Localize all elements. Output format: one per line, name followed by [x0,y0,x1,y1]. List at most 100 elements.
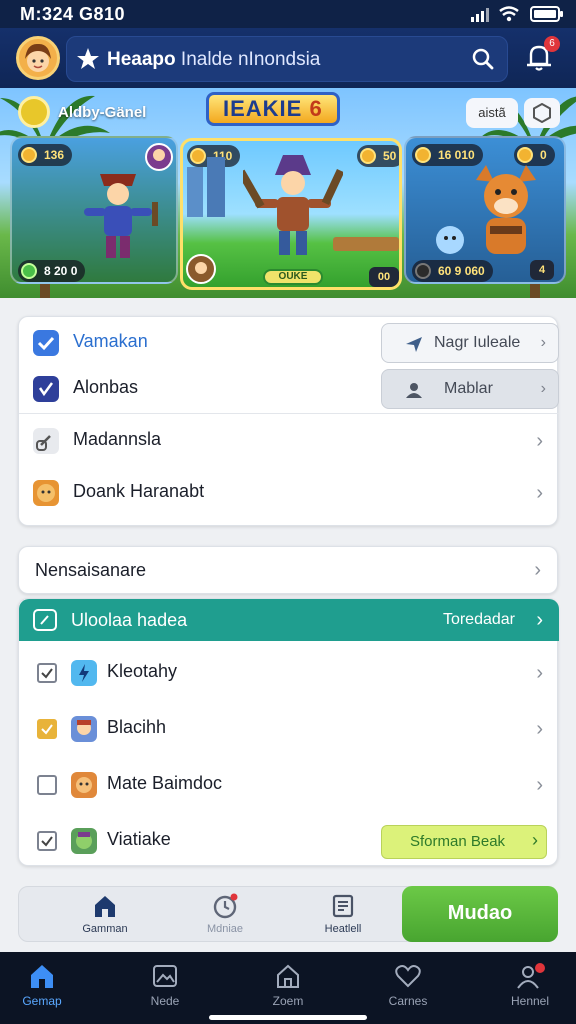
coin-counter: 136 [18,144,73,166]
hero-banner[interactable]: Aldby-Gänel IEAKIE 6 aistã 136 8 20 0 11… [0,88,576,298]
chevron-right-icon: › [534,559,541,581]
left-card-stat: 8 20 0 [18,260,86,282]
image-icon [153,965,177,987]
game-card-featured[interactable]: 110 OUKE 00 50 [180,138,402,290]
link-icon [33,428,59,454]
chevron-right-icon: › [536,609,543,631]
mablar-button[interactable]: Mablar › [381,369,559,409]
teal-header[interactable]: Uloolaa hadea Toredadar › [19,599,559,641]
chevron-right-icon: › [540,380,546,397]
tab-hennel[interactable]: Hennel [480,962,576,1014]
chevron-right-icon: › [536,430,543,452]
level-indicator: Aldby-Gänel [18,96,156,130]
mudao-button[interactable]: Mudao [402,886,558,942]
notification-badge: 6 [544,36,560,52]
character-icon [71,716,97,742]
nagr-iuleale-button[interactable]: Nagr Iuleale › [381,323,559,363]
tab-carnes[interactable]: Carnes [358,962,458,1014]
game-card-right[interactable]: 16 010 0 60 9 060 4 [404,136,566,284]
checklist-item-viatiake[interactable]: Viatiake Sforman Beak › [19,815,559,867]
list-item-madannsla[interactable]: Madannsla › [19,415,559,467]
right-card-badge: 4 [530,260,554,280]
chevron-right-icon: › [536,662,543,684]
hero-character [84,174,158,258]
avatar[interactable] [16,36,60,80]
list-item-label: Viatiake [107,829,171,849]
action-gamman[interactable]: Gamman [65,893,145,937]
section-title: Nensaisanare [35,560,147,580]
chevron-right-icon: › [532,830,538,850]
checkbox[interactable] [37,663,57,683]
action-mdniae[interactable]: Mdniae [185,893,265,937]
check-icon [33,330,59,356]
sforman-beak-button[interactable]: Sforman Beak › [381,825,547,859]
wifi-icon [499,6,519,22]
star-icon [77,48,99,69]
monkey-icon [71,772,97,798]
send-icon [406,337,422,352]
checkbox[interactable] [37,775,57,795]
character-portrait-icon [186,254,216,284]
banner-top-button[interactable]: aistã [466,98,518,128]
home-icon [31,965,53,988]
check-icon-dark [33,376,59,402]
section-header-panel[interactable]: Nensaisanare › [18,546,558,594]
list-item-label: Alonbas [73,377,139,397]
status-time: M:324 G810 [20,4,126,24]
tab-zoem[interactable]: Zoem [238,962,338,1014]
blue-creature [436,226,464,254]
divider [19,413,559,414]
heart-icon [395,965,421,988]
hero-character [243,155,343,255]
featured-play-button[interactable]: OUKE [263,269,323,285]
status-bar: M:324 G810 [0,0,576,28]
lion-icon [33,480,59,506]
banner-settings-button[interactable] [524,98,560,128]
home-indicator [209,1015,367,1020]
checklist-item-blacihh[interactable]: Blacihh › [19,703,559,755]
list-item-label: Blacihh [107,717,167,737]
header-title: Heaapo Inalde nInondsia [107,49,321,70]
checkbox[interactable] [37,831,57,851]
wooden-platform [333,237,399,251]
chevron-right-icon: › [536,482,543,504]
list-item-label: Madannsla [73,429,162,449]
document-icon [332,894,354,918]
featured-badge: 00 [369,267,399,287]
app-header: Heaapo Inalde nInondsia 6 [0,28,576,88]
list-item-vamakan[interactable]: Vamakan Nagr Iuleale › [19,317,559,369]
hexagon-icon [533,102,551,124]
teal-header-title: Uloolaa hadea [71,610,188,630]
game-title-badge: IEAKIE 6 [206,92,340,126]
person-icon [406,383,422,398]
teal-header-action[interactable]: Toredadar [443,611,515,629]
lightning-icon [71,660,97,686]
search-icon[interactable] [471,47,495,71]
chevron-right-icon: › [536,774,543,796]
list-item-alonbas[interactable]: Alonbas Mablar › [19,363,559,415]
timer-icon [213,893,238,919]
tab-nede[interactable]: Nede [115,962,215,1014]
action-bar: Gamman Mdniae Heatlell Mudao [18,886,558,942]
tab-gemap[interactable]: Gemap [0,962,92,1014]
list-item-label: Doank Haranabt [73,481,205,501]
checklist-item-mate[interactable]: Mate Baimdoc › [19,759,559,811]
notifications-button[interactable]: 6 [522,36,560,76]
list-item-label: Mate Baimdoc [107,773,223,793]
checkbox[interactable] [37,719,57,739]
users-icon [517,963,545,989]
edit-icon [33,609,57,631]
list-item-doank[interactable]: Doank Haranabt › [19,467,559,519]
right-card-stat: 60 9 060 [412,260,493,282]
city-buildings [187,157,225,217]
goblin-icon [71,828,97,854]
game-card-left[interactable]: 136 8 20 0 [10,136,178,284]
emblem-icon [18,96,50,128]
action-heatlell[interactable]: Heatlell [303,893,383,937]
checklist-item-kleotahy[interactable]: Kleotahy › [19,647,559,699]
checklist-panel: Uloolaa hadea Toredadar › Kleotahy › Bla… [18,598,559,867]
search-bar[interactable]: Heaapo Inalde nInondsia [66,36,508,82]
fox-character [476,165,536,254]
chevron-right-icon: › [536,718,543,740]
house-outline-icon [277,964,299,988]
